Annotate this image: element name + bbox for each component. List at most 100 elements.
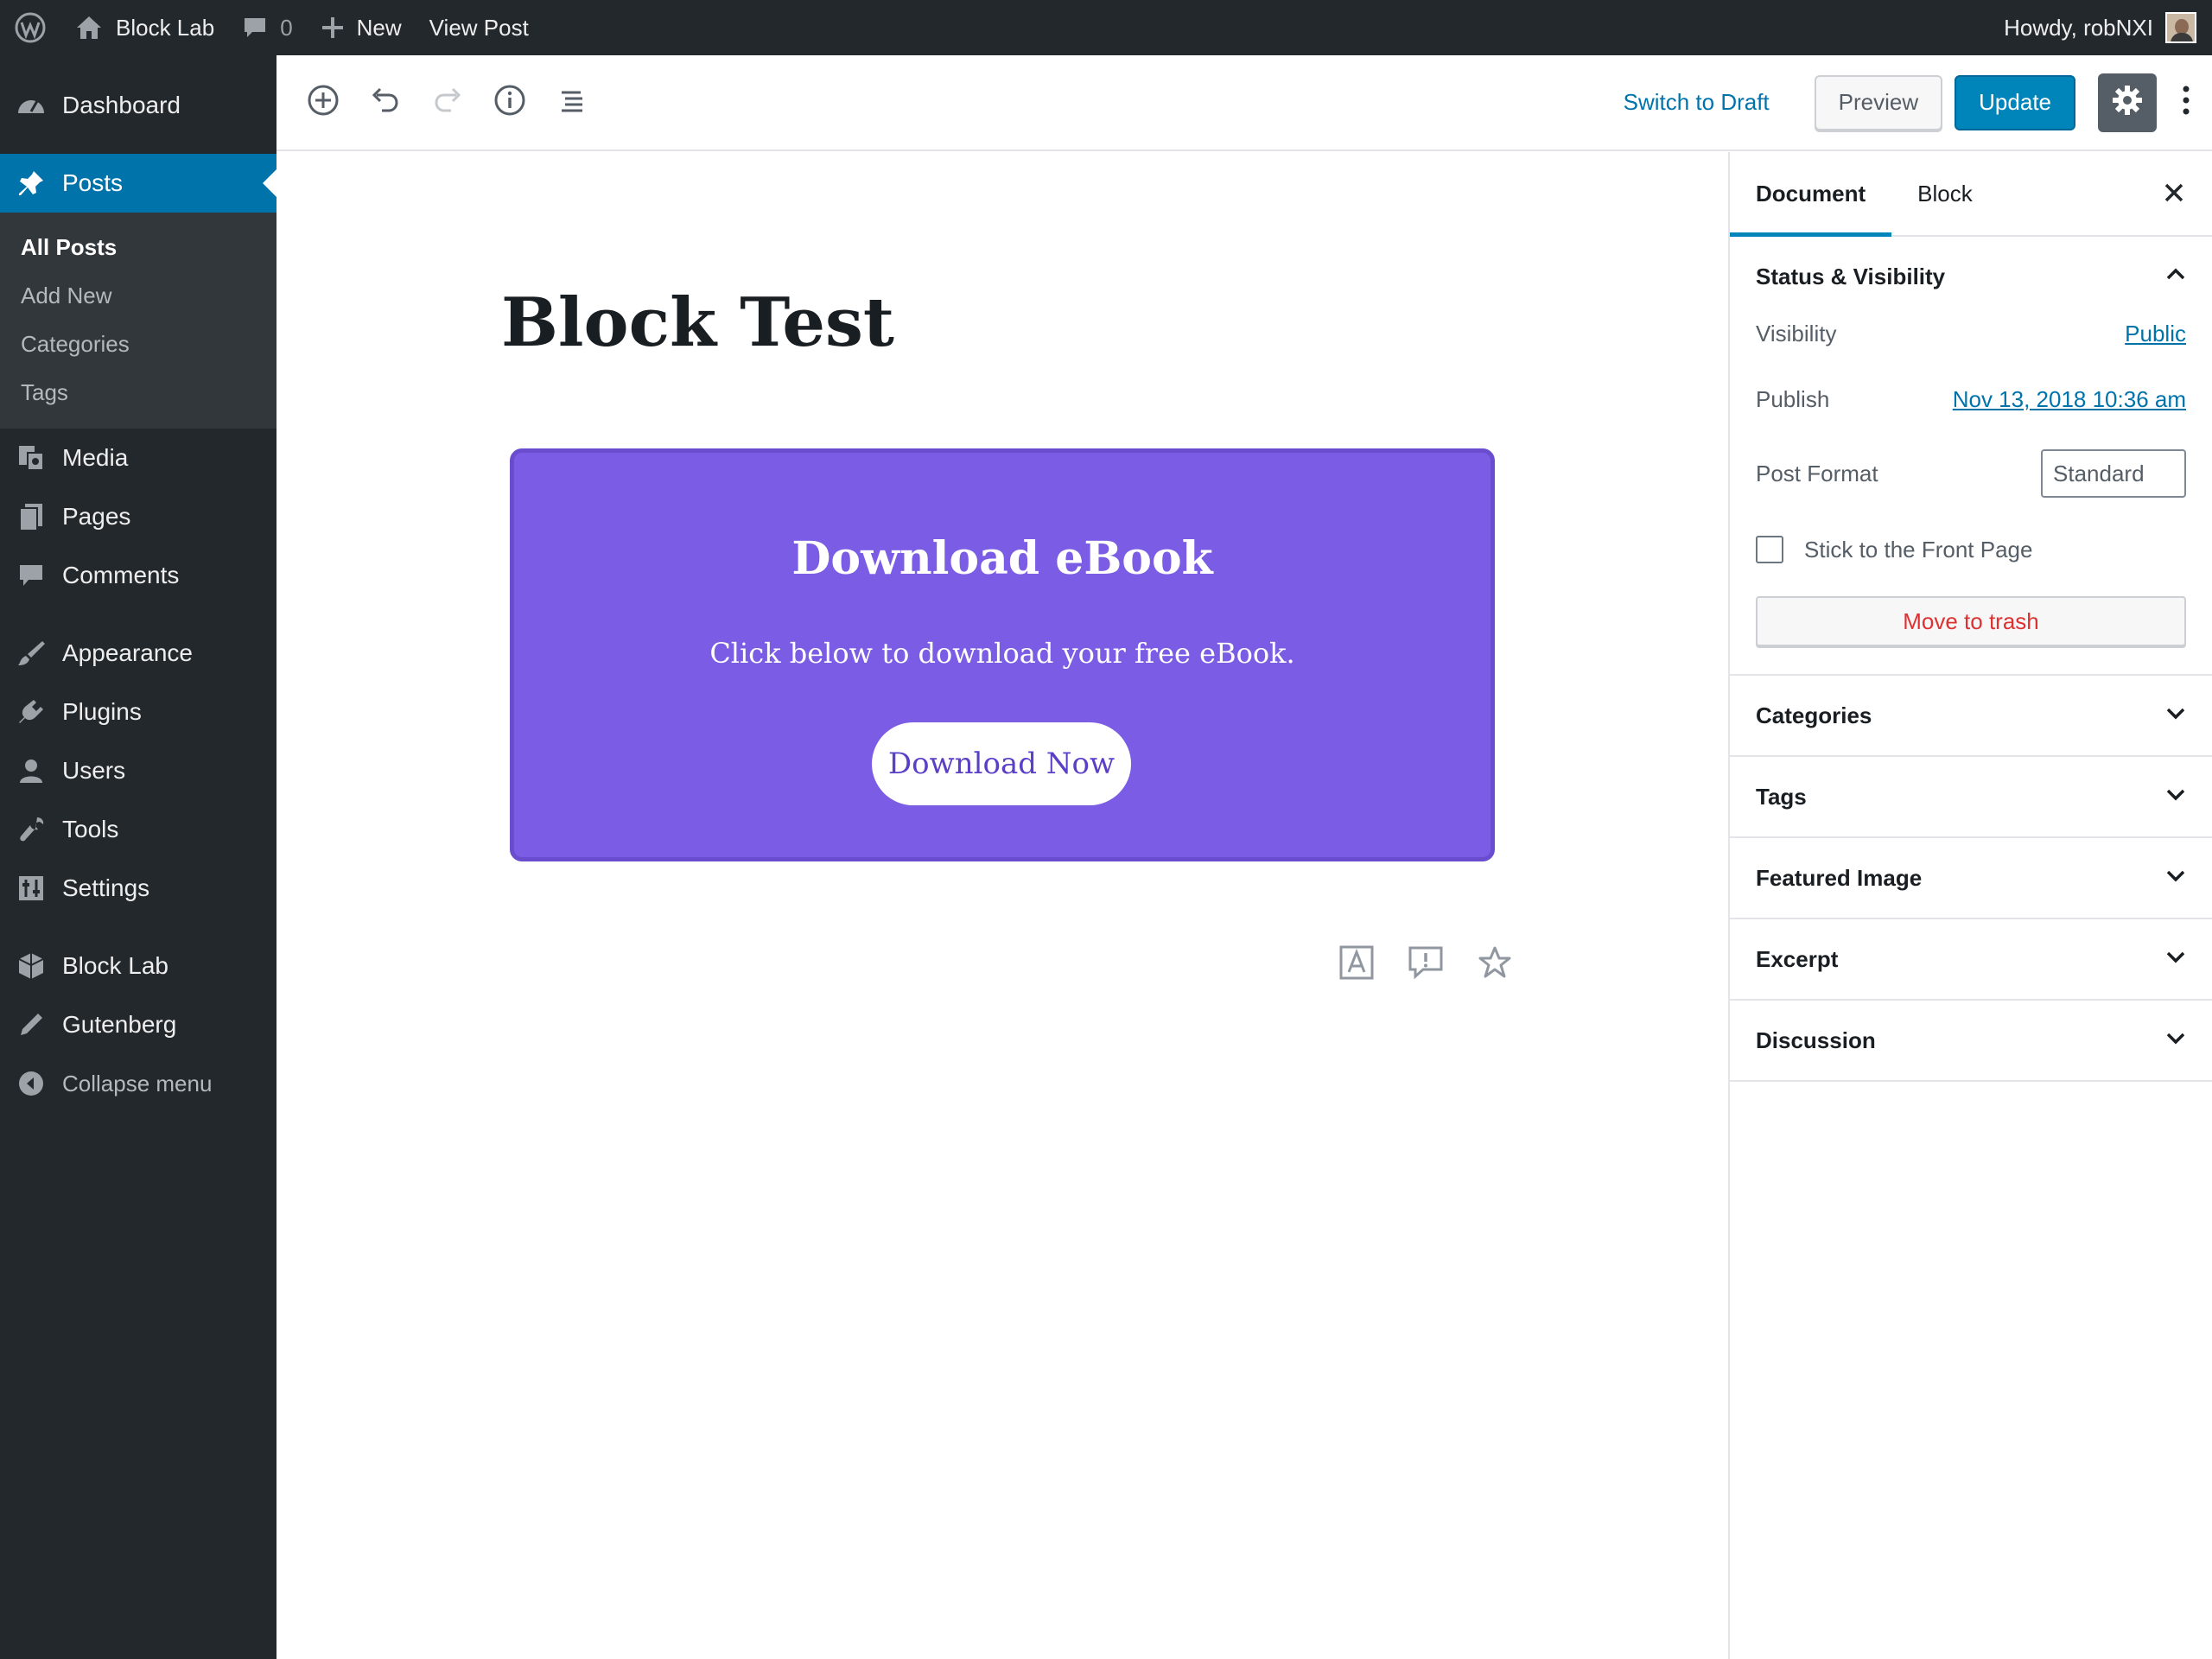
plus-icon: [321, 16, 345, 40]
more-menu-button[interactable]: [2169, 73, 2203, 132]
site-name: Block Lab: [116, 14, 215, 41]
sidebar-item-tools[interactable]: Tools: [0, 800, 276, 859]
insert-comment-block[interactable]: [1391, 930, 1460, 999]
sticky-label[interactable]: Stick to the Front Page: [1804, 537, 2032, 563]
sidebar-item-block-lab[interactable]: Block Lab: [0, 937, 276, 995]
status-visibility-panel: Status & Visibility Visibility Public Pu…: [1730, 237, 2212, 676]
sidebar-label-media: Media: [62, 444, 129, 471]
sidebar-item-users[interactable]: Users: [0, 741, 276, 800]
tab-document[interactable]: Document: [1730, 152, 1892, 237]
chevron-down-icon: [2164, 1026, 2188, 1056]
sidebar-item-media[interactable]: Media: [0, 429, 276, 487]
sidebar-label-posts: Posts: [62, 169, 124, 196]
sidebar-label-comments: Comments: [62, 562, 180, 588]
redo-button[interactable]: [416, 72, 479, 134]
discussion-toggle[interactable]: Discussion: [1730, 1001, 2212, 1080]
visibility-toggle[interactable]: Public: [2125, 321, 2186, 347]
comments-link[interactable]: 0: [228, 0, 306, 55]
comments-count: 0: [280, 14, 293, 41]
preview-button[interactable]: Preview: [1814, 74, 1943, 130]
sidebar-item-gutenberg[interactable]: Gutenberg: [0, 995, 276, 1054]
sidebar-item-pages[interactable]: Pages: [0, 487, 276, 546]
post-format-select[interactable]: Standard: [2041, 449, 2186, 498]
comments-icon: [16, 560, 47, 591]
submenu-categories[interactable]: Categories: [0, 320, 276, 368]
user-icon: [16, 755, 47, 786]
insert-reusable-block[interactable]: [1460, 930, 1529, 999]
settings-sliders-icon: [16, 873, 47, 904]
site-name-link[interactable]: Block Lab: [60, 0, 228, 55]
panel-title: Tags: [1756, 783, 1807, 810]
view-post-link[interactable]: View Post: [416, 0, 543, 55]
wordpress-logo-link[interactable]: [0, 0, 60, 55]
settings-toggle-button[interactable]: [2098, 73, 2157, 132]
tags-panel: Tags: [1730, 757, 2212, 838]
tags-toggle[interactable]: Tags: [1730, 757, 2212, 836]
submenu-add-new[interactable]: Add New: [0, 271, 276, 320]
settings-sidebar: Document Block Status & Visibility Visib…: [1728, 152, 2212, 1659]
block-navigation-button[interactable]: [541, 72, 603, 134]
panel-title: Excerpt: [1756, 945, 1839, 972]
submenu-all-posts[interactable]: All Posts: [0, 223, 276, 271]
add-block-button[interactable]: [292, 72, 354, 134]
tab-block[interactable]: Block: [1891, 152, 1999, 235]
status-visibility-toggle[interactable]: Status & Visibility: [1730, 237, 2212, 316]
admin-bar: Block Lab 0 New View Post Howdy, robNXI: [0, 0, 2212, 55]
sidebar-tabs: Document Block: [1730, 152, 2212, 237]
sticky-checkbox[interactable]: [1756, 536, 1783, 563]
chevron-down-icon: [2164, 944, 2188, 975]
content-structure-button[interactable]: [479, 72, 541, 134]
sidebar-item-settings[interactable]: Settings: [0, 859, 276, 918]
update-button[interactable]: Update: [1955, 74, 2075, 130]
text-a-icon: [1338, 944, 1375, 985]
panel-title: Discussion: [1756, 1027, 1876, 1053]
home-icon: [74, 13, 104, 42]
sidebar-item-comments[interactable]: Comments: [0, 546, 276, 605]
gear-icon: [2111, 84, 2144, 121]
collapse-menu-button[interactable]: Collapse menu: [0, 1054, 276, 1113]
chevron-up-icon: [2164, 262, 2188, 292]
undo-icon: [368, 83, 403, 122]
panel-title: Status & Visibility: [1756, 263, 1946, 289]
chevron-down-icon: [2164, 863, 2188, 893]
editor-toolbar: Switch to Draft Preview Update: [276, 55, 2212, 151]
insert-heading-block[interactable]: [1322, 930, 1391, 999]
speech-bubble-icon: [1408, 944, 1444, 985]
move-to-trash-button[interactable]: Move to trash: [1756, 596, 2186, 646]
featured-image-toggle[interactable]: Featured Image: [1730, 838, 2212, 918]
plugin-icon: [16, 696, 47, 728]
block-inserter-shortcuts: [1322, 930, 1529, 999]
sidebar-label-collapse: Collapse menu: [62, 1070, 213, 1096]
switch-to-draft-button[interactable]: Switch to Draft: [1624, 89, 1770, 116]
publish-date-toggle[interactable]: Nov 13, 2018 10:36 am: [1953, 386, 2186, 413]
sidebar-item-posts[interactable]: Posts: [0, 154, 276, 213]
categories-panel: Categories: [1730, 676, 2212, 757]
categories-toggle[interactable]: Categories: [1730, 676, 2212, 755]
kebab-menu-icon: [2182, 83, 2190, 122]
sticky-row: Stick to the Front Page: [1756, 525, 2186, 574]
sidebar-item-dashboard[interactable]: Dashboard: [0, 76, 276, 135]
avatar[interactable]: [2165, 12, 2196, 43]
close-sidebar-button[interactable]: [2148, 168, 2200, 220]
submenu-tags[interactable]: Tags: [0, 368, 276, 416]
admin-sidebar: Dashboard Posts All Posts Add New Catego…: [0, 55, 276, 1659]
sidebar-item-plugins[interactable]: Plugins: [0, 683, 276, 741]
new-content-link[interactable]: New: [307, 0, 416, 55]
visibility-row: Visibility Public: [1756, 311, 2186, 356]
cta-block[interactable]: Download eBook Click below to download y…: [510, 448, 1495, 861]
undo-button[interactable]: [354, 72, 416, 134]
howdy-user[interactable]: Howdy, robNXI: [2004, 15, 2153, 41]
sidebar-label-settings: Settings: [62, 874, 150, 901]
download-now-button[interactable]: Download Now: [872, 722, 1131, 805]
post-format-row: Post Format Standard: [1756, 449, 2186, 498]
sidebar-label-tools: Tools: [62, 816, 119, 842]
posts-submenu: All Posts Add New Categories Tags: [0, 213, 276, 429]
excerpt-toggle[interactable]: Excerpt: [1730, 919, 2212, 999]
sidebar-item-appearance[interactable]: Appearance: [0, 624, 276, 683]
post-title[interactable]: Block Test: [501, 283, 894, 362]
view-post-label: View Post: [429, 14, 529, 41]
sidebar-label-dashboard: Dashboard: [62, 92, 181, 118]
star-icon: [1477, 944, 1513, 985]
sidebar-label-plugins: Plugins: [62, 698, 142, 725]
redo-icon: [430, 83, 465, 122]
